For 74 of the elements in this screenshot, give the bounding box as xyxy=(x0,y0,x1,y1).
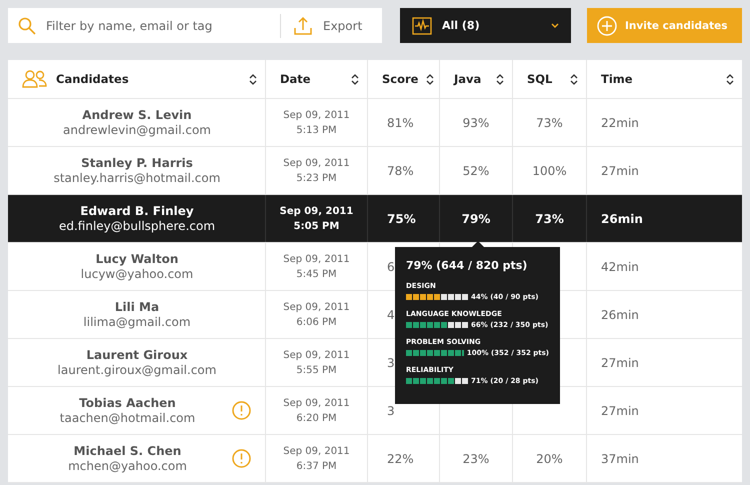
candidate-email: lilima@gmail.com xyxy=(82,315,192,329)
candidate-row[interactable]: Michael S. Chen mchen@yahoo.com Sep 09, 2011 6:37 PM 22% 23% 20% 37min xyxy=(8,435,742,483)
filter-dropdown[interactable]: All (8) xyxy=(400,8,571,43)
candidate-name: Lili Ma xyxy=(114,300,160,314)
java-cell: 93% xyxy=(440,99,513,146)
sort-icon[interactable] xyxy=(726,74,734,84)
sort-icon[interactable] xyxy=(351,74,359,84)
date-cell: Sep 09, 2011 6:20 PM xyxy=(266,387,368,434)
score-cell: 81% xyxy=(368,99,440,146)
sort-icon[interactable] xyxy=(496,74,504,84)
candidate-name: Andrew S. Levin xyxy=(81,108,193,122)
column-header[interactable]: Date xyxy=(266,60,368,98)
candidate-email: andrewlevin@gmail.com xyxy=(62,123,212,137)
users-icon xyxy=(22,70,48,88)
date-cell: Sep 09, 2011 5:13 PM xyxy=(266,99,368,146)
time-cell-text: 26min xyxy=(600,210,644,228)
candidate-email: lucyw@yahoo.com xyxy=(80,267,194,281)
candidate-email: stanley.harris@hotmail.com xyxy=(52,171,222,185)
search-icon xyxy=(18,16,36,34)
candidate-name: Michael S. Chen xyxy=(72,444,182,458)
candidate-row[interactable]: Tobias Aachen taachen@hotmail.com Sep 09, 2011 6:20 PM 3 27min xyxy=(8,387,742,435)
search-field[interactable]: Filter by name, email or tag Export xyxy=(8,8,382,43)
segmented-bar xyxy=(406,322,468,328)
java-cell: 23% xyxy=(440,435,513,482)
sort-icon[interactable] xyxy=(426,74,434,84)
time-cell-text: 22min xyxy=(600,114,640,132)
upload-icon xyxy=(293,16,313,36)
candidate-name: Tobias Aachen xyxy=(78,396,177,410)
java-cell: 52% xyxy=(440,147,513,194)
sql-cell: 73% xyxy=(513,195,587,242)
candidate-email: mchen@yahoo.com xyxy=(67,459,188,473)
date-cell: Sep 09, 2011 5:23 PM xyxy=(266,147,368,194)
sort-icon[interactable] xyxy=(570,74,578,84)
time-cell-text: 27min xyxy=(600,354,640,372)
plus-circle-icon xyxy=(597,16,617,36)
score-cell: 78% xyxy=(368,147,440,194)
date-cell: Sep 09, 2011 5:45 PM xyxy=(266,243,368,290)
candidate-email: ed.finley@bullsphere.com xyxy=(58,219,216,233)
candidate-row[interactable]: Andrew S. Levin andrewlevin@gmail.com Sep 09, 2011 5:13 PM 81% 93% 73% 22min xyxy=(8,99,742,147)
sql-cell: 73% xyxy=(513,99,587,146)
export-button[interactable]: Export xyxy=(293,16,362,36)
column-header[interactable]: Candidates xyxy=(8,60,266,98)
segmented-bar xyxy=(406,294,468,300)
date-cell: Sep 09, 2011 6:37 PM xyxy=(266,435,368,482)
time-cell-text: 37min xyxy=(600,450,640,468)
candidate-row[interactable]: Edward B. Finley ed.finley@bullsphere.com Sep 09, 2011 5:05 PM 75% 79% 73% 26min xyxy=(8,195,742,243)
time-cell-text: 27min xyxy=(600,162,640,180)
candidate-name: Edward B. Finley xyxy=(79,204,195,218)
time-cell-text: 27min xyxy=(600,402,640,420)
segmented-bar xyxy=(406,350,464,356)
candidate-name: Stanley P. Harris xyxy=(80,156,194,170)
column-header[interactable]: Score xyxy=(368,60,440,98)
waveform-icon xyxy=(412,16,432,34)
candidate-name: Lucy Walton xyxy=(94,252,180,266)
sql-cell: 100% xyxy=(513,147,587,194)
segmented-bar xyxy=(406,378,468,384)
candidate-email: taachen@hotmail.com xyxy=(58,411,196,425)
candidate-name: Laurent Giroux xyxy=(85,348,189,362)
time-cell-text: 42min xyxy=(600,258,640,276)
score-cell: 22% xyxy=(368,435,440,482)
date-cell: Sep 09, 2011 5:05 PM xyxy=(266,195,368,242)
column-header[interactable]: Time xyxy=(587,60,742,98)
date-cell: Sep 09, 2011 6:06 PM xyxy=(266,291,368,338)
score-cell: 75% xyxy=(368,195,440,242)
java-cell: 79% xyxy=(440,195,513,242)
candidate-row[interactable]: Stanley P. Harris stanley.harris@hotmail.com Sep 09, 2011 5:23 PM 78% 52% 100% 27min xyxy=(8,147,742,195)
sql-cell: 20% xyxy=(513,435,587,482)
column-header[interactable]: SQL xyxy=(513,60,587,98)
chevron-down-icon xyxy=(551,23,559,28)
time-cell-text: 26min xyxy=(600,306,640,324)
sort-icon[interactable] xyxy=(249,74,257,84)
candidate-email: laurent.giroux@gmail.com xyxy=(56,363,218,377)
date-cell: Sep 09, 2011 5:55 PM xyxy=(266,339,368,386)
column-header[interactable]: Java xyxy=(440,60,513,98)
